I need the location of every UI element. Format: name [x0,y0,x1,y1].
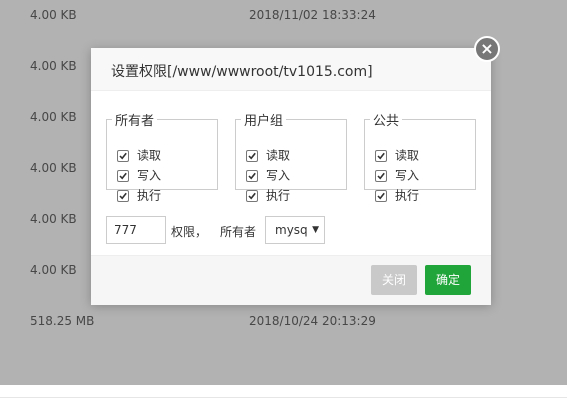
checkbox-icon[interactable] [375,149,387,162]
checkbox-icon[interactable] [246,149,258,162]
checkbox-icon[interactable] [117,149,129,162]
chevron-down-icon: ▼ [312,225,319,235]
public-permission-group: 公共 读取 写入 执行 [364,110,476,203]
group-read-option[interactable]: 读取 [246,147,290,163]
group-write-option[interactable]: 写入 [246,167,290,183]
public-read-option[interactable]: 读取 [375,147,419,163]
owner-label: 所有者 [220,225,257,239]
checkbox-icon[interactable] [117,169,129,182]
public-write-option[interactable]: 写入 [375,167,419,183]
owner-permission-group: 所有者 读取 写入 执行 [106,110,218,203]
group-legend: 公共 [373,114,400,129]
public-execute-option[interactable]: 执行 [375,187,419,203]
group-execute-option[interactable]: 执行 [246,187,290,203]
group-legend: 用户组 [244,114,284,129]
dialog-title: 设置权限[/www/wwwroot/tv1015.com] [111,64,373,80]
owner-execute-option[interactable]: 执行 [117,187,161,203]
close-icon[interactable]: × [474,36,500,62]
owner-write-option[interactable]: 写入 [117,167,161,183]
group-permission-group: 用户组 读取 写入 执行 [235,110,347,203]
dialog-header: 设置权限[/www/wwwroot/tv1015.com] [91,48,491,91]
close-button[interactable]: 关闭 [371,265,417,295]
checkbox-icon[interactable] [117,189,129,202]
permission-dialog: 设置权限[/www/wwwroot/tv1015.com] 所有者 读取 写入 … [91,48,491,305]
checkbox-icon[interactable] [375,189,387,202]
owner-select-value: mysq [275,223,308,237]
group-legend: 所有者 [115,114,155,129]
dialog-footer: 关闭 确定 [91,255,491,305]
checkbox-icon[interactable] [375,169,387,182]
owner-read-option[interactable]: 读取 [117,147,161,163]
checkbox-icon[interactable] [246,189,258,202]
owner-select[interactable]: mysq ▼ [265,216,325,244]
permission-label: 权限， [171,225,208,239]
checkbox-icon[interactable] [246,169,258,182]
permission-value-input[interactable]: 777 [106,216,166,244]
confirm-button[interactable]: 确定 [425,265,471,295]
